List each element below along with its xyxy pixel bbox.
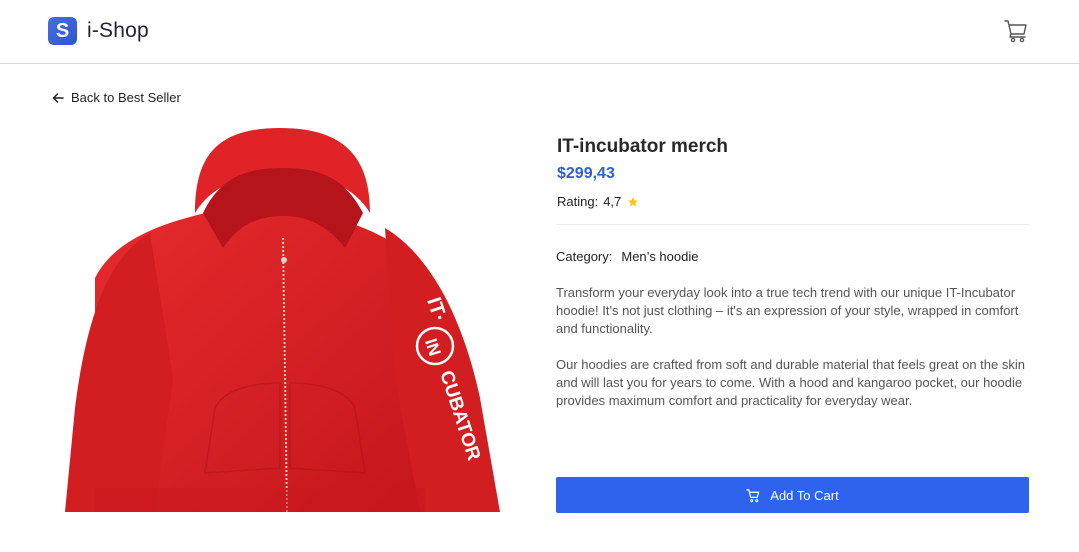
star-icon xyxy=(628,196,639,206)
product-image: IT· IN CUBATOR xyxy=(55,128,520,512)
add-to-cart-button[interactable]: Add To Cart xyxy=(556,477,1029,513)
product-description-2: Our hoodies are crafted from soft and du… xyxy=(556,357,1025,408)
cart-button[interactable] xyxy=(1002,17,1030,45)
divider xyxy=(556,224,1029,225)
product-rating: Rating: 4,7 xyxy=(557,194,639,209)
category-value: Men’s hoodie xyxy=(621,249,699,264)
red-hoodie-illustration: IT· IN CUBATOR xyxy=(65,128,500,512)
cart-icon xyxy=(1004,20,1027,43)
product-price: $299,43 xyxy=(557,165,615,182)
cart-icon xyxy=(746,488,760,502)
back-label: Back to Best Seller xyxy=(71,90,181,105)
add-to-cart-label: Add To Cart xyxy=(770,487,839,503)
logo[interactable]: S i-Shop xyxy=(48,17,149,45)
arrow-left-icon xyxy=(52,92,64,103)
logo-text: i-Shop xyxy=(87,19,149,42)
back-to-best-seller-link[interactable]: Back to Best Seller xyxy=(51,90,181,105)
top-header: S i-Shop xyxy=(0,0,1079,64)
rating-label: Rating: xyxy=(557,194,599,209)
logo-badge: S xyxy=(48,17,77,45)
category-label: Category: xyxy=(556,249,613,264)
product-description-1: Transform your everyday look into a true… xyxy=(556,285,1019,336)
product-category: Category: Men’s hoodie xyxy=(556,249,698,264)
product-title: IT-incubator merch xyxy=(557,136,729,157)
rating-value: 4,7 xyxy=(603,194,622,209)
